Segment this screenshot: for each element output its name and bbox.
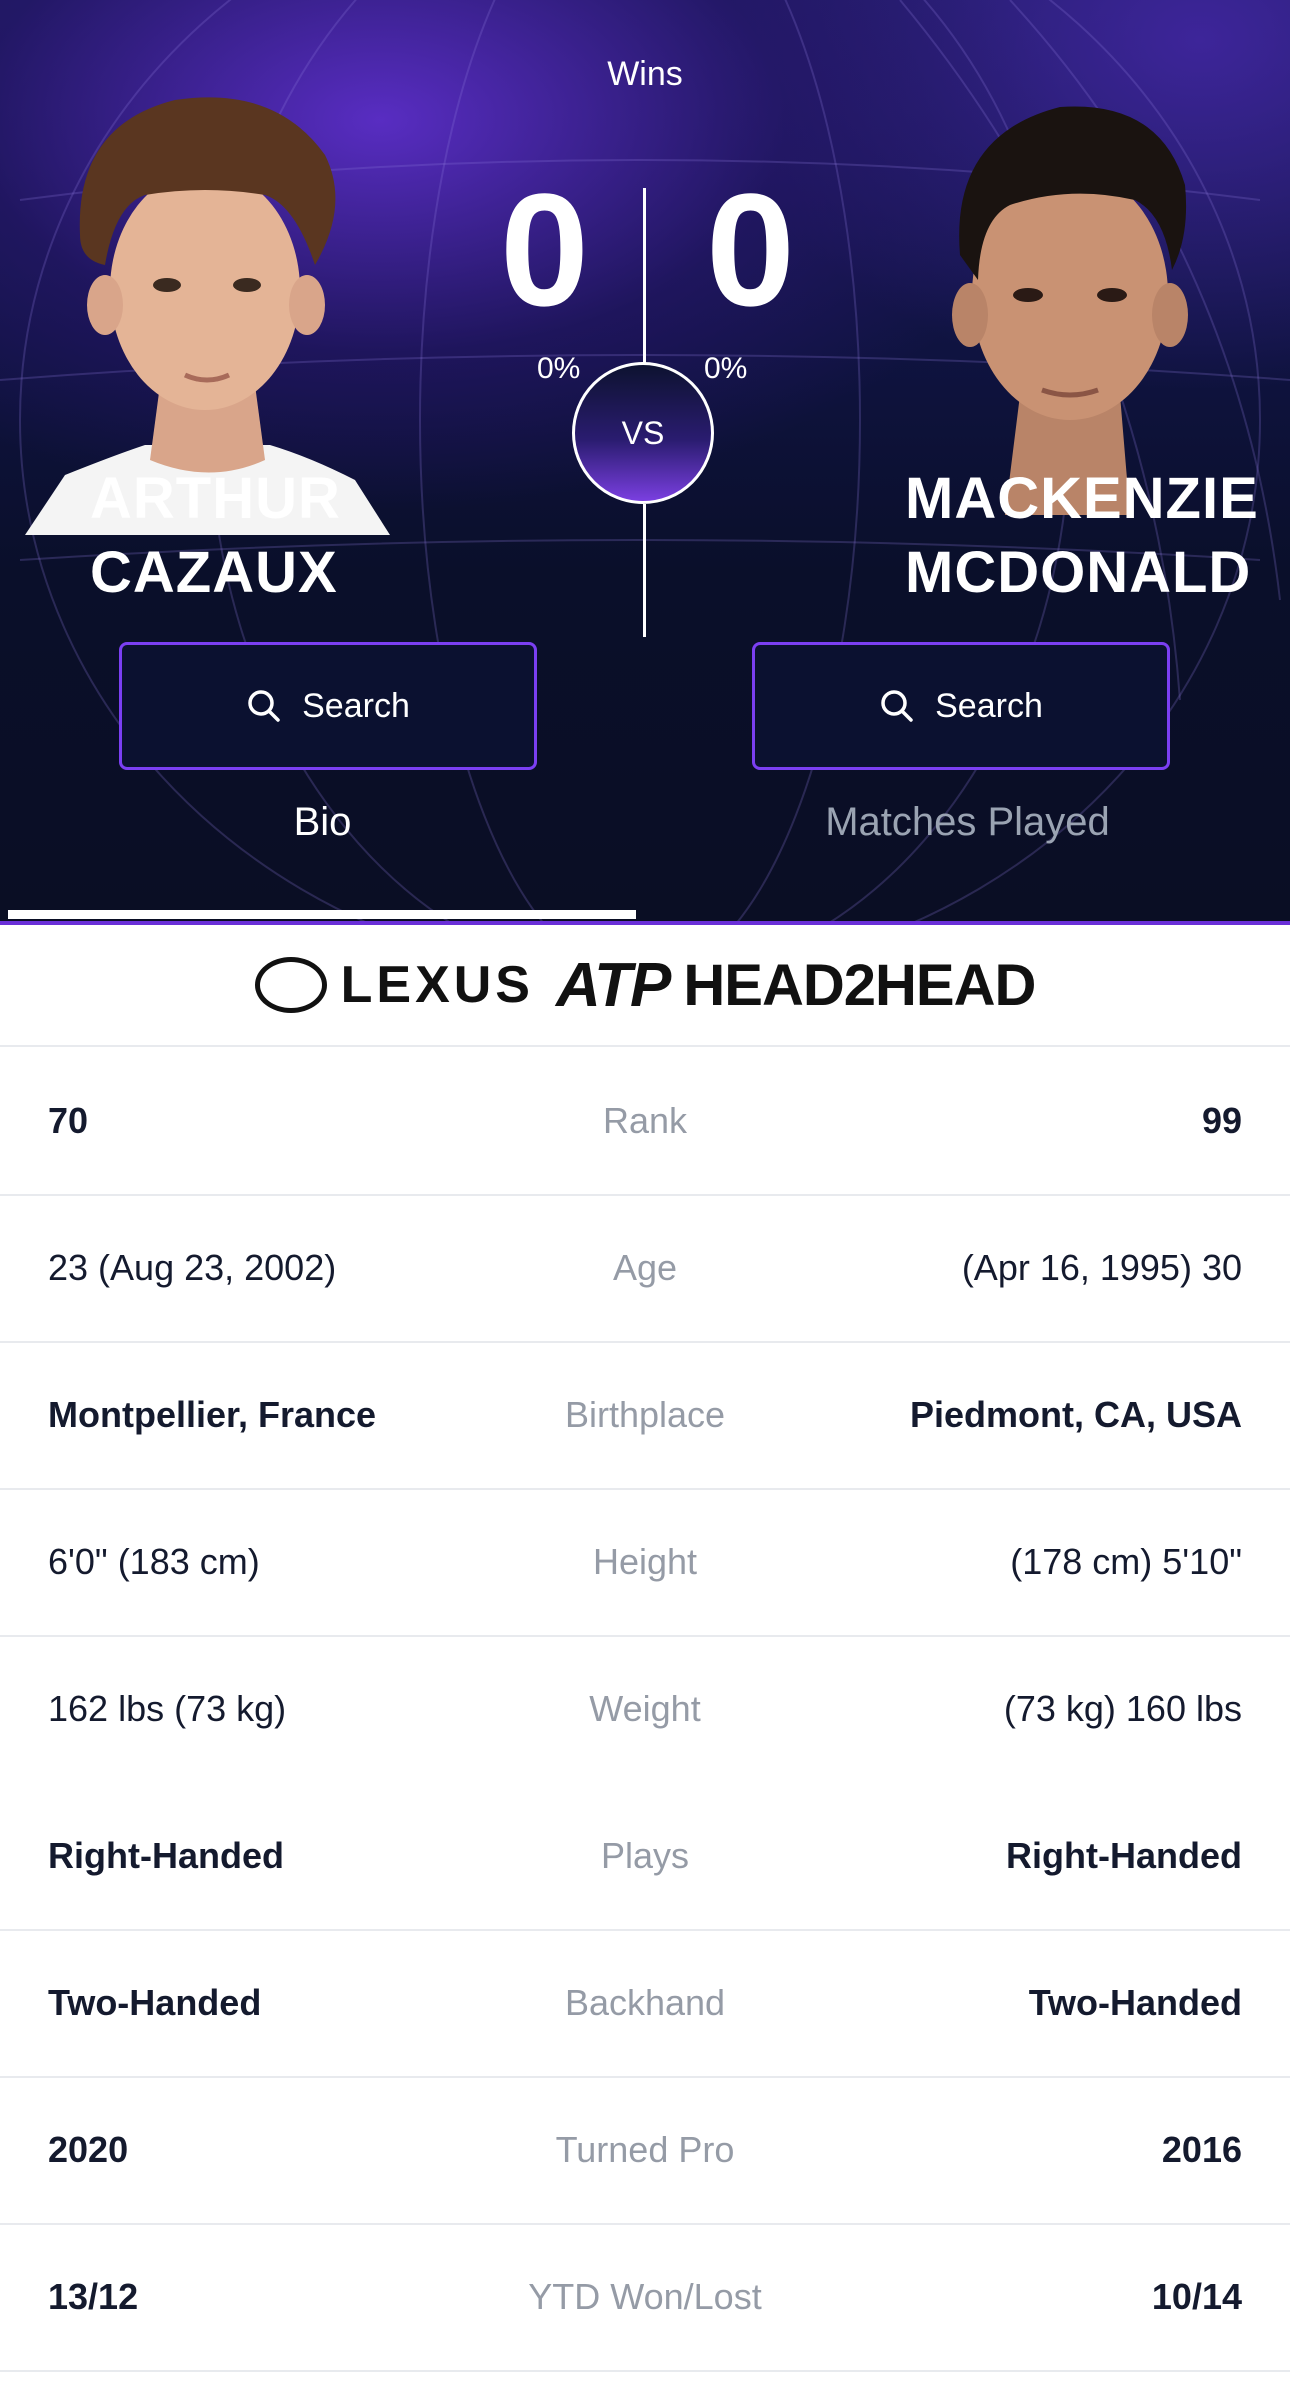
- bio-label: Turned Pro: [555, 2128, 735, 2170]
- player2-bio-value: (178 cm) 5'10": [1010, 1540, 1242, 1582]
- player1-wins: 0: [500, 160, 589, 339]
- player2-name[interactable]: MACKENZIE MCDONALD: [905, 462, 1259, 610]
- vs-badge: VS: [572, 362, 714, 504]
- player1-last-name: CAZAUX: [90, 540, 338, 605]
- bio-row: Plays Right-Handed Right-Handed: [0, 1782, 1290, 1931]
- bio-row: Rank 70 99: [0, 1047, 1290, 1196]
- player1-bio-value: 162 lbs (73 kg): [48, 1687, 287, 1729]
- bio-row: Birthplace Montpellier, France Piedmont, C…: [0, 1341, 1290, 1490]
- lexus-wordmark: LEXUS: [340, 956, 534, 1014]
- player2-bio-value: (73 kg) 160 lbs: [1003, 1687, 1242, 1729]
- player1-bio-value: Right-Handed: [48, 1834, 284, 1876]
- bio-row: Weight 162 lbs (73 kg) (73 kg) 160 lbs: [0, 1635, 1290, 1782]
- bio-row: Height 6'0" (183 cm) (178 cm) 5'10": [0, 1488, 1290, 1637]
- player1-win-pct: 0%: [537, 352, 581, 385]
- divider-bottom: [643, 504, 646, 637]
- player1-search-label: Search: [302, 686, 410, 725]
- player1-bio-value: 70: [48, 1099, 89, 1141]
- player2-bio-value: 2016: [1161, 2128, 1242, 2170]
- bio-row: Backhand Two-Handed Two-Handed: [0, 1929, 1290, 2078]
- head2head-title: HEAD2HEAD: [683, 952, 1036, 1018]
- lexus-logo: LEXUS: [254, 955, 534, 1015]
- bio-label: Rank: [602, 1099, 688, 1141]
- player2-photo: [952, 106, 1188, 515]
- player2-first-name: MACKENZIE: [905, 466, 1259, 531]
- player1-bio-value: Montpellier, France: [48, 1393, 377, 1435]
- player1-search-button[interactable]: Search: [119, 642, 537, 770]
- player2-bio-value: Piedmont, CA, USA: [909, 1393, 1242, 1435]
- search-icon: [881, 690, 913, 722]
- player1-first-name: ARTHUR: [90, 466, 341, 531]
- tab-bio[interactable]: Bio: [0, 800, 645, 845]
- player2-search-button[interactable]: Search: [752, 642, 1170, 770]
- search-icon: [248, 690, 280, 722]
- bio-row: Age 23 (Aug 23, 2002) (Apr 16, 1995) 30: [0, 1194, 1290, 1343]
- player1-bio-value: 23 (Aug 23, 2002): [48, 1246, 337, 1288]
- player1-bio-value: Two-Handed: [48, 1981, 262, 2023]
- player1-bio-value: 13/12: [48, 2275, 139, 2317]
- player1-bio-value: 2020: [48, 2128, 129, 2170]
- player2-bio-value: Two-Handed: [1028, 1981, 1242, 2023]
- player2-bio-value: 99: [1201, 1099, 1242, 1141]
- player2-wins: 0: [706, 160, 795, 339]
- player2-bio-value: Right-Handed: [1006, 1834, 1242, 1876]
- player2-win-pct: 0%: [704, 352, 748, 385]
- h2h-hero: Wins 0 0 0% 0% VS ARTHUR CAZAUX MACKENZI…: [0, 0, 1290, 925]
- bio-row: YTD Won/Lost 13/12 10/14: [0, 2223, 1290, 2372]
- player2-bio-value: 10/14: [1151, 2275, 1242, 2317]
- tab-matches-played[interactable]: Matches Played: [645, 800, 1290, 845]
- player2-last-name: MCDONALD: [905, 540, 1252, 605]
- active-tab-indicator: [8, 910, 636, 919]
- player2-bio-value: (Apr 16, 1995) 30: [961, 1246, 1242, 1288]
- bio-label: YTD Won/Lost: [528, 2275, 762, 2317]
- lexus-emblem-icon: [254, 957, 327, 1013]
- atp-logo: ATP: [556, 950, 671, 1020]
- bio-row: Turned Pro 2020 2016: [0, 2076, 1290, 2225]
- bio-comparison-table: Rank 70 99 Age 23 (Aug 23, 2002) (Apr 16, 199…: [0, 1047, 1290, 2392]
- divider-top: [643, 188, 646, 363]
- player2-search-label: Search: [935, 686, 1043, 725]
- lexus-atp-head2head-logo: LEXUS ATP HEAD2HEAD: [0, 925, 1290, 1047]
- player1-bio-value: 6'0" (183 cm): [48, 1540, 260, 1582]
- player1-name[interactable]: ARTHUR CAZAUX: [90, 462, 341, 610]
